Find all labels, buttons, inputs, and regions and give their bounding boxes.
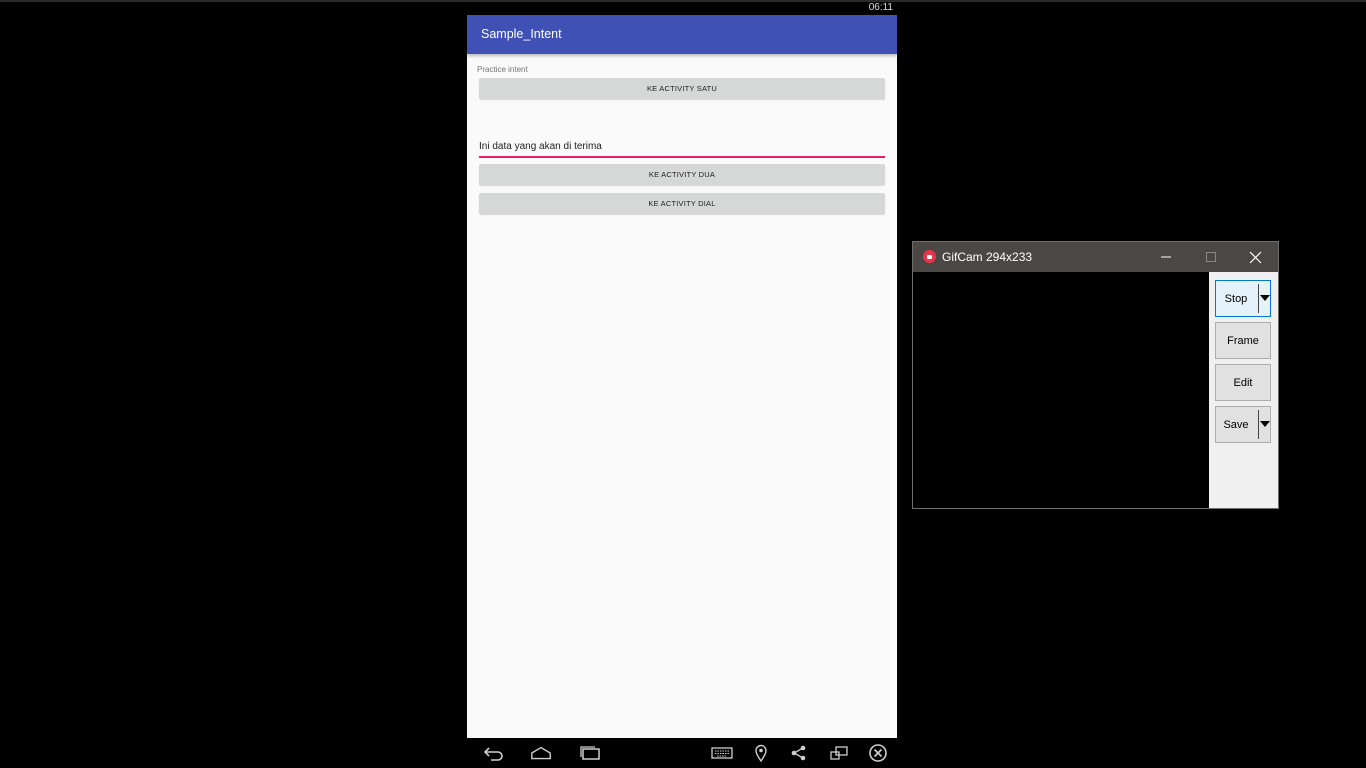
- gifcam-titlebar[interactable]: GifCam 294x233: [913, 242, 1278, 272]
- minimize-icon[interactable]: [1143, 242, 1188, 272]
- close-icon[interactable]: [867, 744, 889, 762]
- stop-button[interactable]: Stop: [1215, 280, 1271, 317]
- emulator-navbar: [467, 738, 897, 768]
- stop-label: Stop: [1224, 292, 1248, 305]
- share-icon[interactable]: [788, 744, 810, 762]
- top-strip: [0, 0, 1366, 2]
- activity-satu-button[interactable]: KE ACTIVITY SATU: [479, 78, 885, 99]
- app-bar: Sample_Intent: [467, 15, 897, 54]
- gifcam-capture-area[interactable]: [913, 272, 1209, 508]
- practice-caption: Practice intent: [477, 65, 528, 74]
- keyboard-icon[interactable]: [711, 744, 733, 762]
- maximize-icon[interactable]: [1188, 242, 1233, 272]
- save-dropdown-icon[interactable]: [1260, 421, 1270, 427]
- stop-dropdown-icon[interactable]: [1260, 295, 1270, 301]
- gifcam-title: GifCam 294x233: [942, 250, 1033, 264]
- activity-dial-button[interactable]: KE ACTIVITY DIAL: [479, 193, 885, 214]
- data-input-field[interactable]: Ini data yang akan di terima: [479, 140, 885, 158]
- gifcam-window: GifCam 294x233 Stop Frame Edit Save: [912, 241, 1279, 509]
- android-screen: Sample_Intent Practice intent KE ACTIVIT…: [467, 15, 897, 738]
- save-button[interactable]: Save: [1215, 406, 1271, 443]
- save-label: Save: [1223, 418, 1249, 431]
- back-icon[interactable]: [483, 744, 505, 762]
- window-close-icon[interactable]: [1233, 242, 1278, 272]
- rotate-icon[interactable]: [828, 744, 850, 762]
- data-input-value: Ini data yang akan di terima: [479, 141, 602, 152]
- recents-icon[interactable]: [579, 744, 601, 762]
- activity-dua-button[interactable]: KE ACTIVITY DUA: [479, 164, 885, 185]
- status-clock: 06:11: [868, 2, 893, 13]
- frame-button[interactable]: Frame: [1215, 322, 1271, 359]
- gifcam-logo-icon: [923, 250, 936, 263]
- app-title: Sample_Intent: [481, 27, 562, 41]
- location-icon[interactable]: [750, 744, 772, 762]
- home-icon[interactable]: [530, 744, 552, 762]
- edit-button[interactable]: Edit: [1215, 364, 1271, 401]
